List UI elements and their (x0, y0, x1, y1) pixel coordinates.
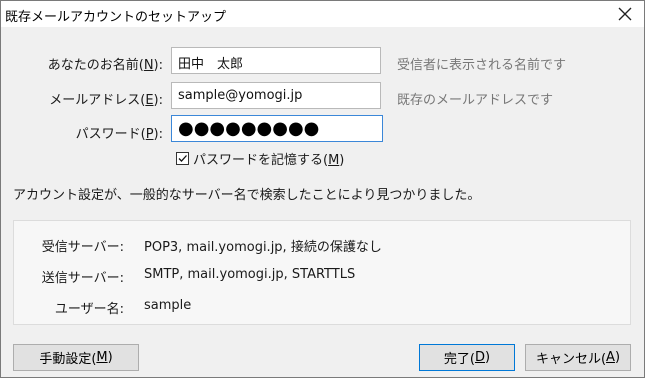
email-label: メールアドレス(E): (49, 93, 163, 108)
outgoing-server-value: SMTP, mail.yomogi.jp, STARTTLS (144, 267, 356, 282)
done-button[interactable]: 完了(D) (419, 344, 515, 371)
cancel-button[interactable]: キャンセル(A) (525, 344, 631, 371)
email-input[interactable]: sample@yomogi.jp (171, 82, 381, 109)
account-setup-dialog: 既存メールアカウントのセットアップ あなたのお名前(N): 田中 太郎 受信者に… (0, 0, 645, 378)
name-value: 田中 太郎 (178, 57, 244, 72)
checkmark-icon (178, 155, 187, 162)
remember-password-label: パスワードを記憶する(M) (193, 153, 345, 168)
name-hint: 受信者に表示される名前です (397, 58, 567, 73)
close-button[interactable] (608, 1, 642, 27)
password-input[interactable]: ●●●●●●●●● (171, 115, 383, 142)
window-title: 既存メールアカウントのセットアップ (5, 10, 227, 25)
password-label: パスワード(P): (75, 127, 163, 142)
incoming-server-label: 受信サーバー: (41, 240, 124, 255)
incoming-server-value: POP3, mail.yomogi.jp, 接続の保護なし (144, 240, 382, 255)
remember-password-row[interactable]: パスワードを記憶する(M) (176, 149, 344, 168)
close-icon (618, 7, 632, 21)
name-label: あなたのお名前(N): (47, 58, 163, 73)
title-bar: 既存メールアカウントのセットアップ (1, 1, 644, 27)
email-value: sample@yomogi.jp (178, 88, 303, 103)
username-value: sample (144, 298, 192, 313)
status-message: アカウント設定が、一般的なサーバー名で検索したことにより見つかりました。 (13, 188, 481, 203)
password-masked-value: ●●●●●●●●● (178, 118, 320, 139)
email-hint: 既存のメールアドレスです (397, 93, 554, 108)
remember-password-checkbox[interactable] (176, 152, 189, 165)
username-label: ユーザー名: (54, 302, 124, 317)
name-input[interactable]: 田中 太郎 (171, 47, 381, 74)
server-info-panel: 受信サーバー: POP3, mail.yomogi.jp, 接続の保護なし 送信… (13, 220, 631, 325)
manual-config-button[interactable]: 手動設定(M) (13, 344, 139, 371)
outgoing-server-label: 送信サーバー: (41, 271, 124, 286)
